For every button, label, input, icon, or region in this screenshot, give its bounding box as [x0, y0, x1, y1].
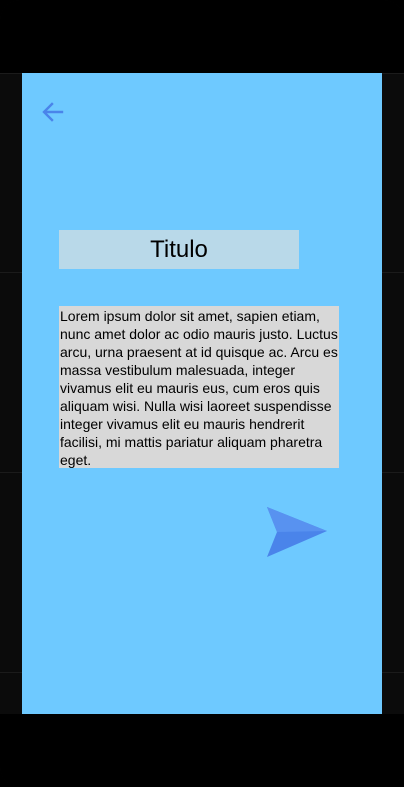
- app-screen: Titulo Lorem ipsum dolor sit amet, sapie…: [22, 73, 382, 714]
- body-text: Lorem ipsum dolor sit amet, sapien etiam…: [59, 306, 339, 468]
- right-divider-line: [382, 73, 404, 74]
- left-divider-line: [0, 472, 22, 473]
- page-title: Titulo: [59, 230, 299, 269]
- right-divider-line: [382, 672, 404, 673]
- left-divider-line: [0, 672, 22, 673]
- back-button[interactable]: [36, 95, 70, 129]
- send-icon: [267, 507, 327, 557]
- left-divider-line: [0, 73, 22, 74]
- phone-device: Titulo Lorem ipsum dolor sit amet, sapie…: [0, 0, 404, 787]
- right-divider-line: [382, 472, 404, 473]
- bottom-bezel: [0, 714, 404, 787]
- send-button[interactable]: [266, 504, 330, 560]
- left-divider-line: [0, 272, 22, 273]
- arrow-left-icon: [42, 102, 64, 122]
- top-bezel: [0, 0, 404, 73]
- right-divider-line: [382, 272, 404, 273]
